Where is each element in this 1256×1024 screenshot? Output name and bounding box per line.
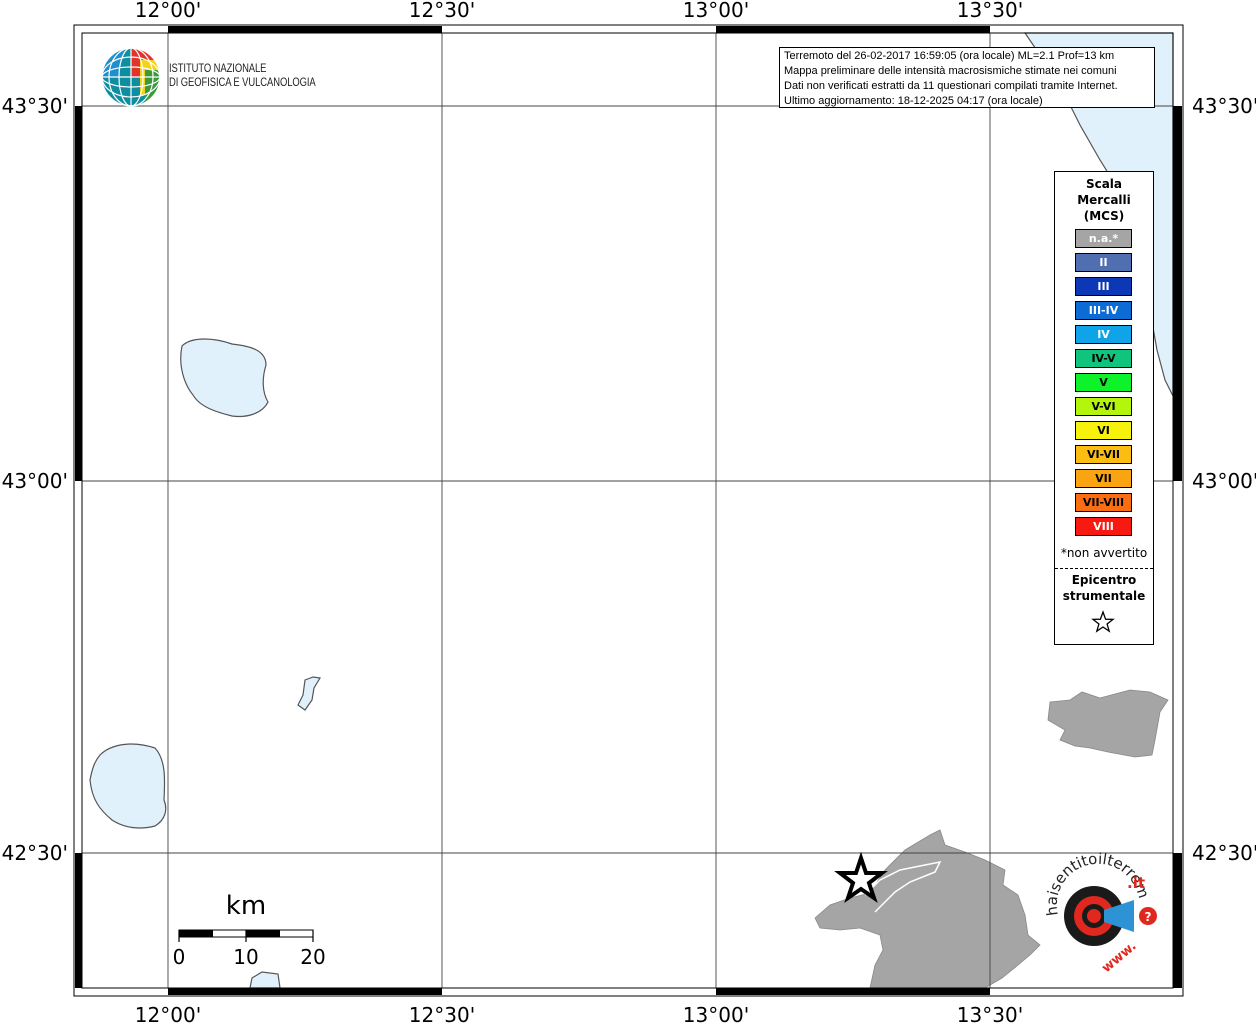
legend-item: VII-VIII xyxy=(1075,493,1132,512)
legend-item: n.a.* xyxy=(1075,229,1132,248)
lon-label-bottom-1: 12°00' xyxy=(135,1003,201,1024)
legend-title-line-2: Mercalli xyxy=(1077,193,1131,207)
intensity-legend: Scala Mercalli (MCS) n.a.* II III III-IV IV I… xyxy=(1054,171,1154,645)
lon-label-top-4: 13°30' xyxy=(957,0,1023,22)
lon-label-bottom-4: 13°30' xyxy=(957,1003,1023,1024)
scale-bar-unit: km xyxy=(226,891,266,921)
lat-label-left-1: 43°30' xyxy=(2,94,68,118)
lon-label-top-2: 12°30' xyxy=(409,0,475,22)
legend-note: *non avvertito xyxy=(1060,546,1148,560)
legend-item: IV-V xyxy=(1075,349,1132,368)
info-line-2: Mappa preliminare delle intensità macros… xyxy=(784,65,1117,77)
info-line-1: Terremoto del 26-02-2017 16:59:05 (ora l… xyxy=(784,50,1115,62)
legend-item: IV xyxy=(1075,325,1132,344)
scale-bar-tick-10: 10 xyxy=(233,945,258,969)
legend-item: II xyxy=(1075,253,1132,272)
legend-item: III-IV xyxy=(1075,301,1132,320)
legend-item: VIII xyxy=(1075,517,1132,536)
legend-epicenter-line-2: strumentale xyxy=(1062,589,1146,603)
legend-title: Scala Mercalli (MCS) xyxy=(1055,176,1153,224)
lat-label-right-1: 43°30' xyxy=(1192,94,1256,118)
logo-line-2: DI GEOFISICA E VULCANOLOGIA xyxy=(169,77,316,89)
legend-item: VII xyxy=(1075,469,1132,488)
lon-label-top-3: 13°00' xyxy=(683,0,749,22)
legend-separator xyxy=(1055,568,1153,569)
legend-item: VI xyxy=(1075,421,1132,440)
legend-title-line-1: Scala xyxy=(1085,177,1123,191)
legend-items: n.a.* II III III-IV IV IV-V V V-VI VI VI-VII VII VI… xyxy=(1075,229,1132,541)
logo-line-1: ISTITUTO NAZIONALE xyxy=(169,63,267,75)
earthquake-info-box: Terremoto del 26-02-2017 16:59:05 (ora l… xyxy=(779,47,1155,108)
lat-label-right-3: 42°30' xyxy=(1192,841,1256,865)
lat-label-left-3: 42°30' xyxy=(2,841,68,865)
legend-epicenter-label: Epicentro strumentale xyxy=(1055,572,1153,604)
lat-label-left-2: 43°00' xyxy=(2,469,68,493)
legend-item: III xyxy=(1075,277,1132,296)
lat-label-right-2: 43°00' xyxy=(1192,469,1256,493)
svg-text:?: ? xyxy=(1145,910,1152,924)
lon-label-top-1: 12°00' xyxy=(135,0,201,22)
scale-bar-tick-20: 20 xyxy=(300,945,325,969)
legend-title-line-3: (MCS) xyxy=(1083,209,1125,223)
lon-label-bottom-2: 12°30' xyxy=(409,1003,475,1024)
info-line-4: Ultimo aggiornamento: 18-12-2025 04:17 (… xyxy=(784,95,1043,107)
info-line-3: Dati non verificati estratti da 11 quest… xyxy=(784,80,1118,92)
lon-label-bottom-3: 13°00' xyxy=(683,1003,749,1024)
ingv-logo-text: ISTITUTO NAZIONALE DI GEOFISICA E VULCAN… xyxy=(169,62,316,90)
badge-text-tld: .it xyxy=(1127,874,1145,892)
legend-item: V xyxy=(1075,373,1132,392)
star-outline-icon xyxy=(1091,610,1115,633)
legend-item: V-VI xyxy=(1075,397,1132,416)
legend-epicenter-line-1: Epicentro xyxy=(1071,573,1137,587)
scale-bar-tick-0: 0 xyxy=(173,945,186,969)
legend-item: VI-VII xyxy=(1075,445,1132,464)
